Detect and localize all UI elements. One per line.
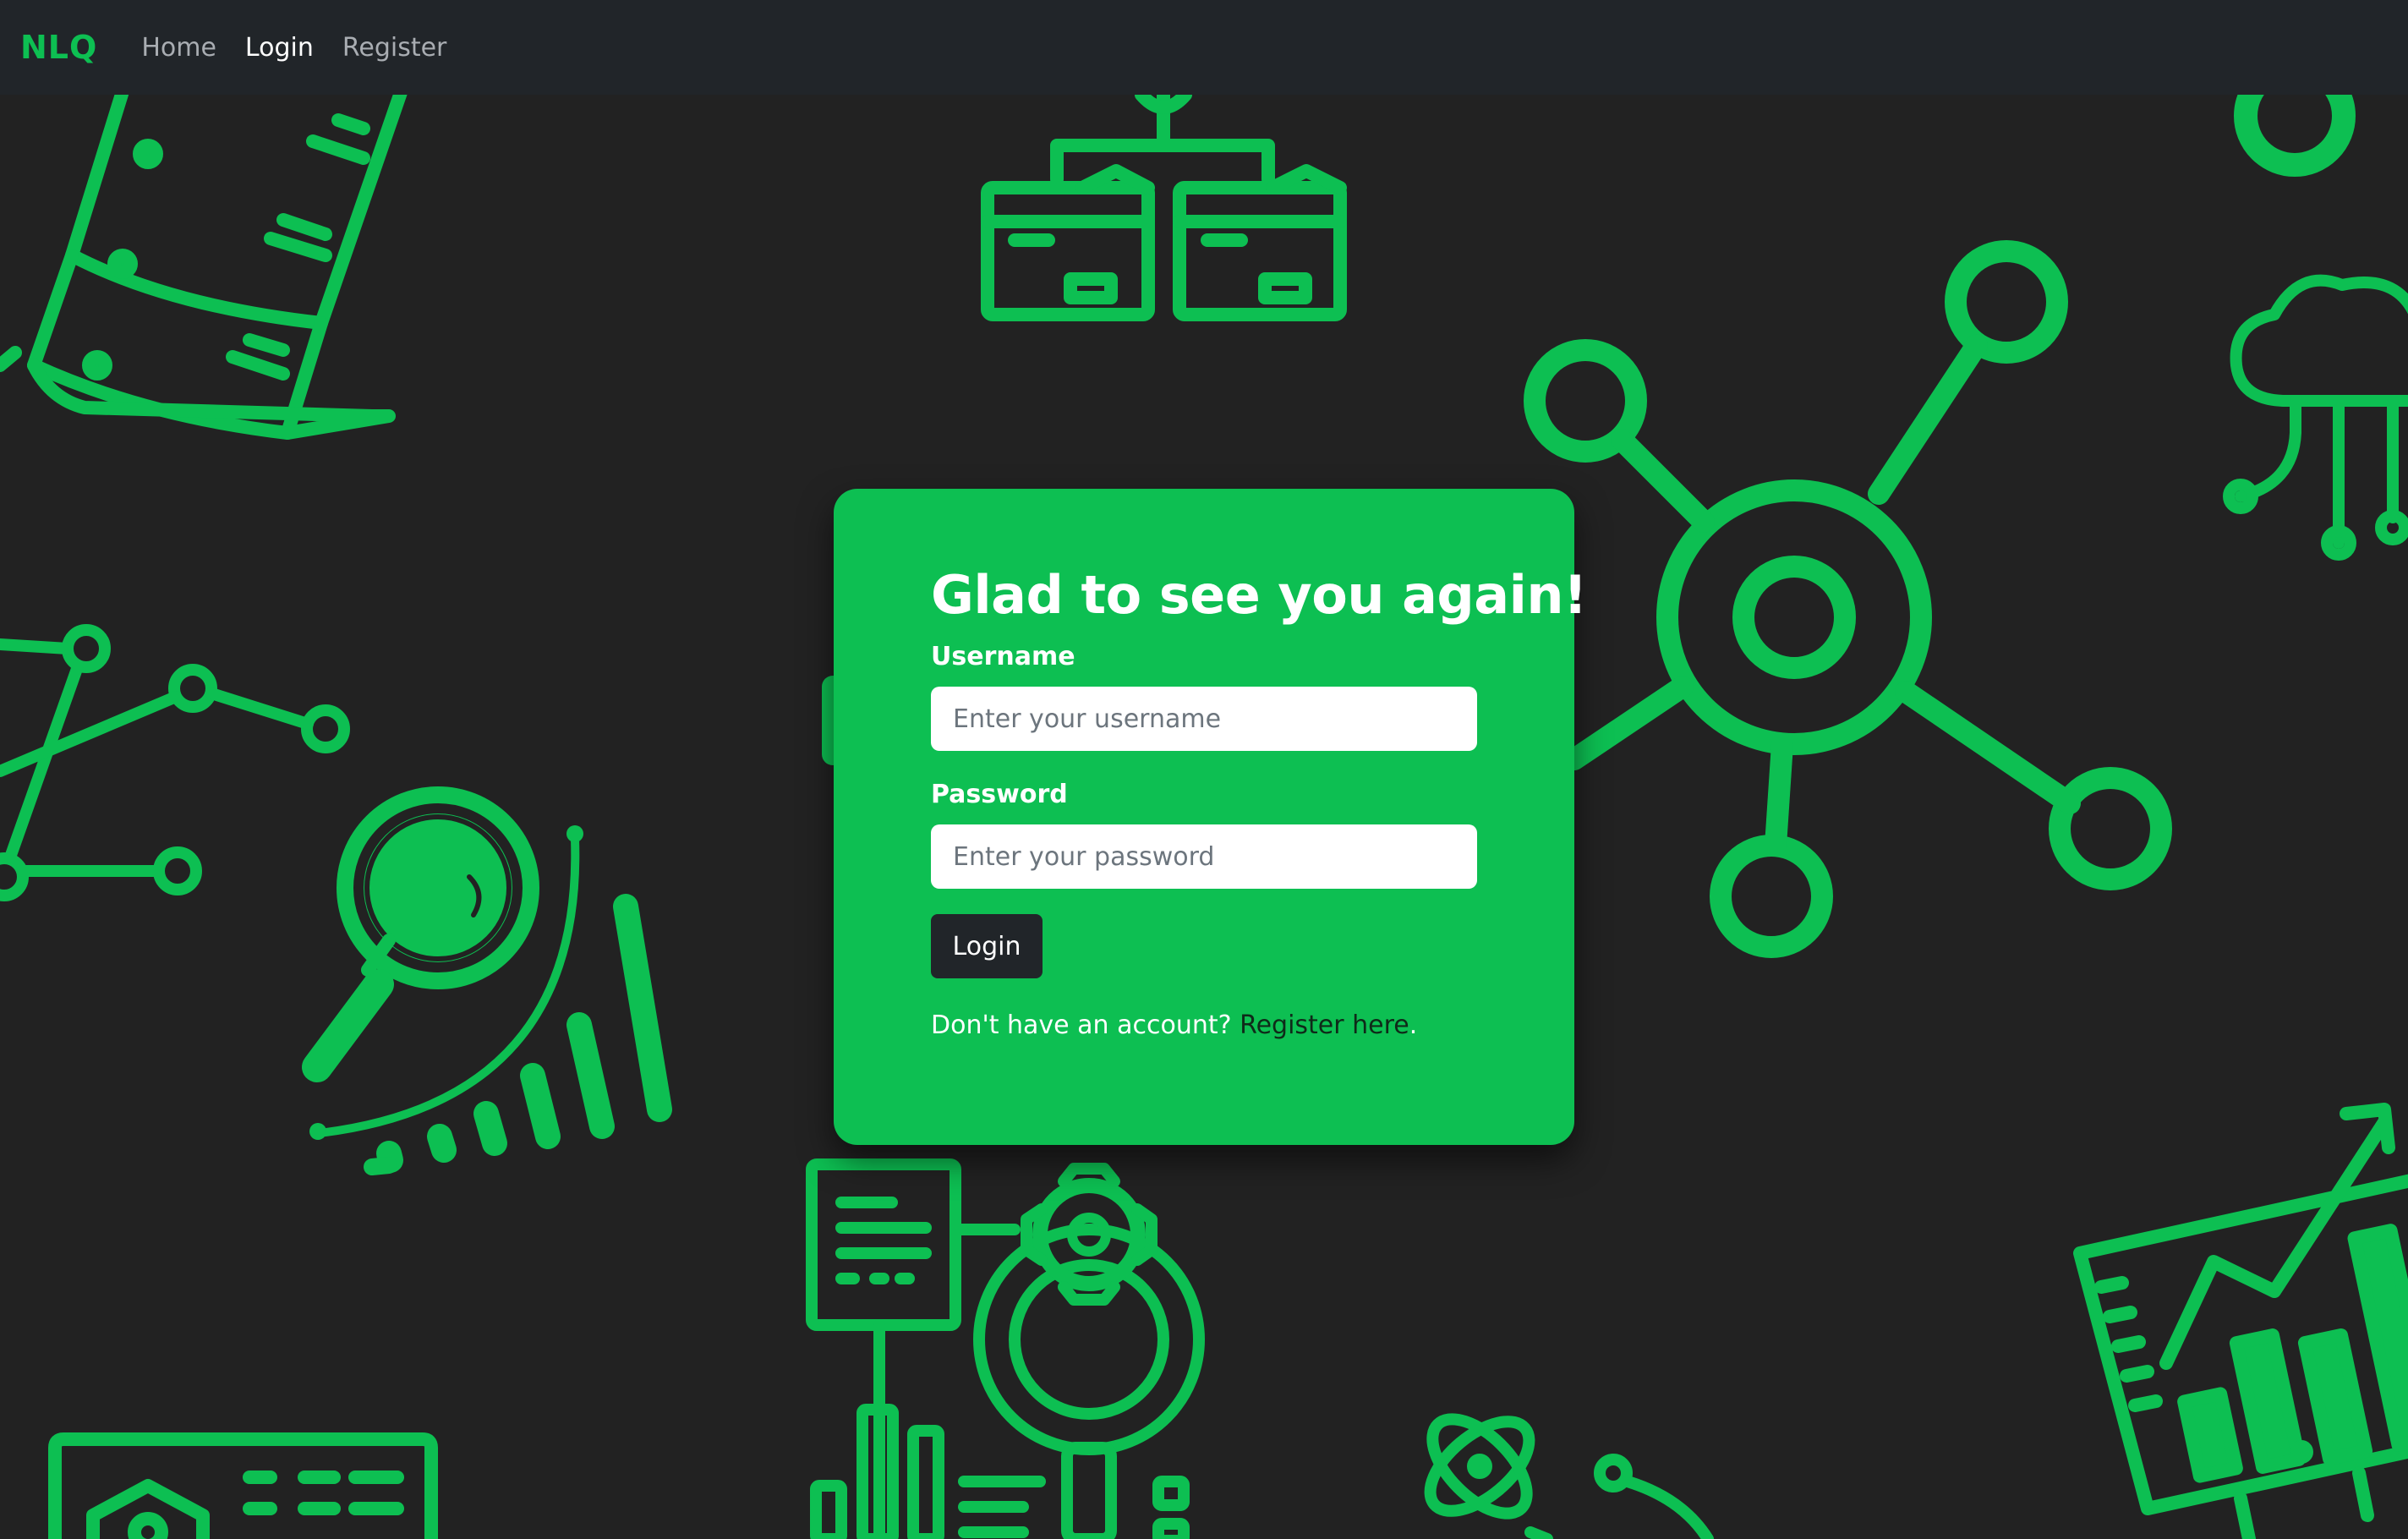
nav-links: Home Login Register bbox=[141, 33, 475, 63]
login-button[interactable]: Login bbox=[931, 914, 1043, 979]
register-prompt-text: Don't have an account? bbox=[931, 1010, 1240, 1041]
register-link[interactable]: Register here bbox=[1240, 1010, 1409, 1040]
login-heading: Glad to see you again! bbox=[931, 564, 1587, 626]
folders-network-icon bbox=[981, 95, 1347, 321]
magnifier-analytics-icon bbox=[302, 786, 672, 1175]
node-graph-icon bbox=[0, 624, 350, 901]
register-prompt-period: . bbox=[1409, 1010, 1418, 1041]
nav-link-login[interactable]: Login bbox=[245, 33, 314, 63]
monitor-chart-icon bbox=[2073, 1103, 2408, 1539]
username-label: Username bbox=[931, 642, 1075, 672]
register-prompt: Don't have an account? Register here. bbox=[931, 1010, 1477, 1040]
password-input[interactable] bbox=[931, 824, 1477, 890]
top-navbar: NLQ Home Login Register bbox=[0, 0, 2408, 95]
login-card: Glad to see you again! Username Password… bbox=[834, 489, 1587, 1145]
database-icon bbox=[0, 95, 408, 440]
document-gear-search-icon bbox=[806, 1158, 1205, 1539]
brand-logo[interactable]: NLQ bbox=[20, 29, 97, 66]
cloud-circuit-icon bbox=[2223, 274, 2408, 561]
password-label: Password bbox=[931, 780, 1068, 810]
atom-icon bbox=[1424, 1413, 1714, 1539]
nav-link-register[interactable]: Register bbox=[342, 33, 447, 63]
id-card-icon bbox=[48, 1432, 438, 1539]
ring-icon bbox=[2234, 95, 2356, 177]
nav-link-home[interactable]: Home bbox=[141, 33, 216, 63]
username-input[interactable] bbox=[931, 687, 1477, 752]
